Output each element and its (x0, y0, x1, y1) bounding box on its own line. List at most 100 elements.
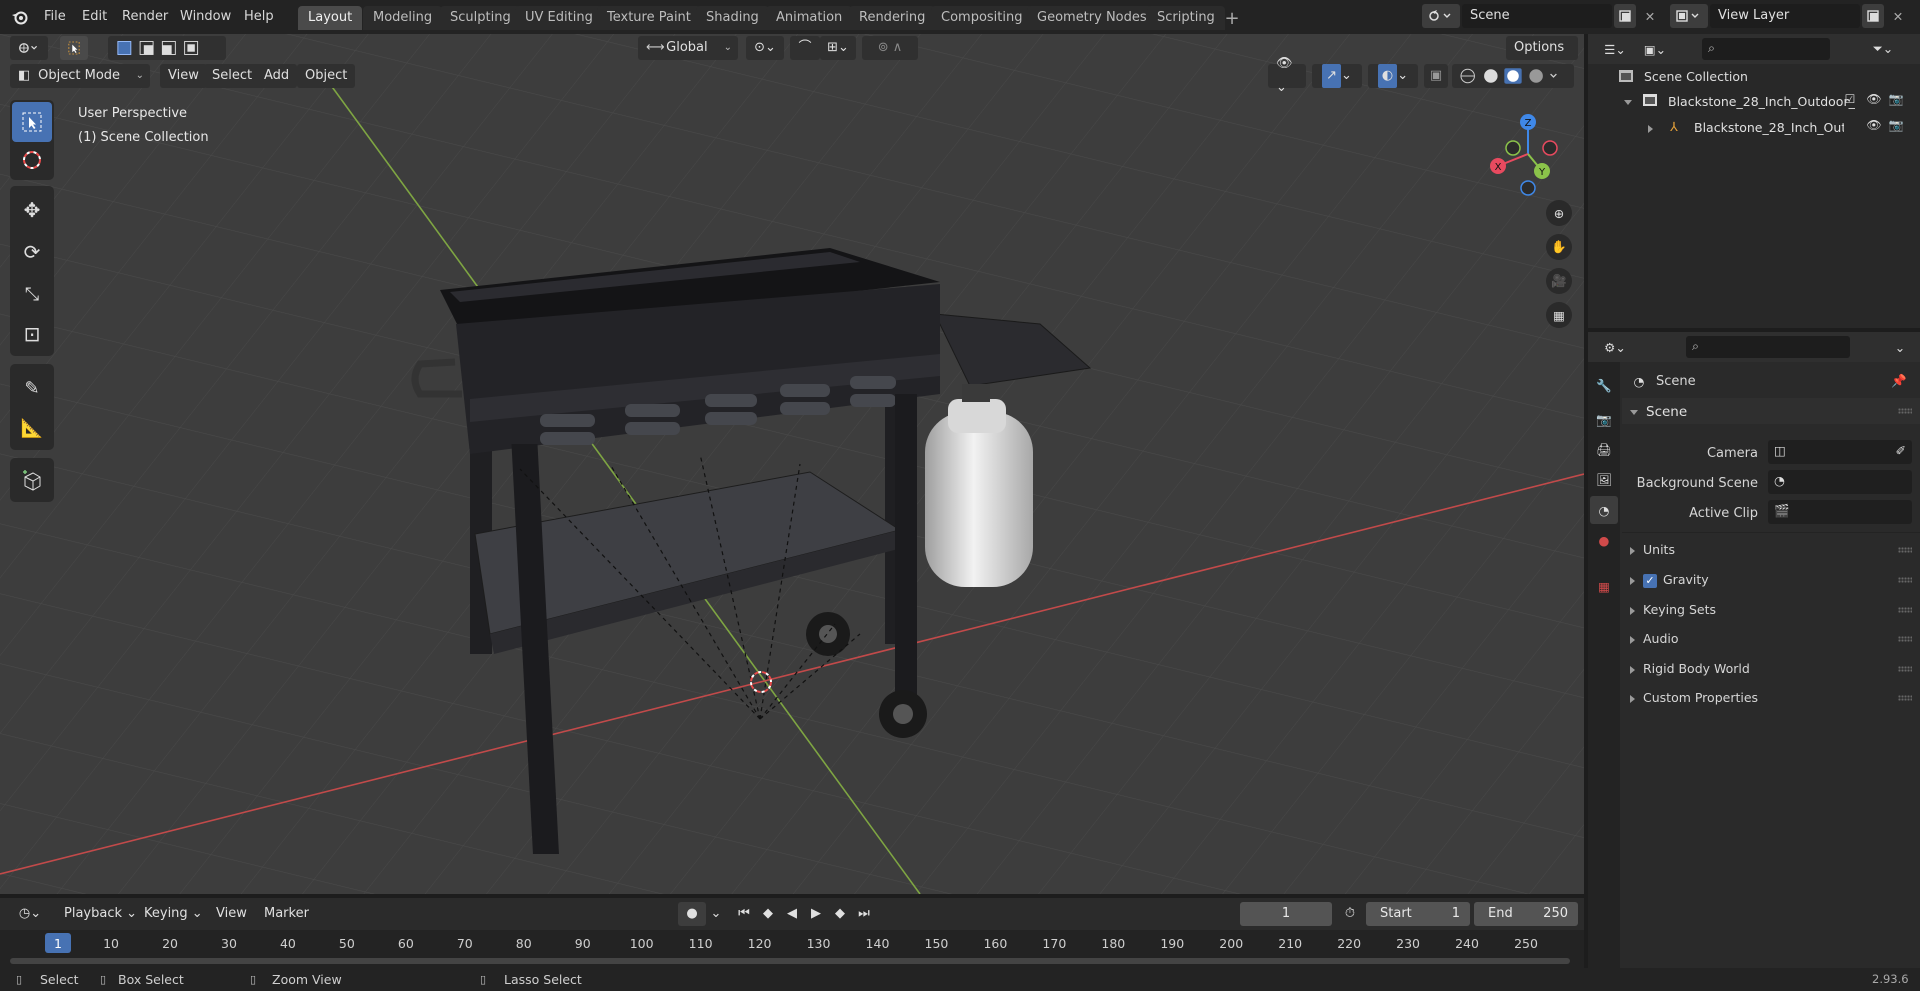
tab-modeling[interactable]: Modeling (363, 6, 443, 30)
new-scene-icon[interactable] (1614, 4, 1636, 28)
outliner-item-collection[interactable]: Blackstone_28_Inch_Outdoor_ (1668, 94, 1868, 109)
record-keyframe-icon[interactable]: ● (678, 902, 706, 926)
select-box-tool-icon[interactable] (12, 102, 52, 142)
view-layer-browse-icon[interactable] (1670, 4, 1708, 28)
include-checkbox-icon[interactable]: ☑ (1842, 90, 1858, 108)
tab-sculpting[interactable]: Sculpting (440, 6, 521, 30)
drag-handle-icon[interactable] (1898, 607, 1912, 613)
expand-object-arrow[interactable] (1648, 120, 1661, 135)
properties-search-input[interactable]: ⌕ (1686, 336, 1850, 358)
annotate-tool-icon[interactable]: ✎ (12, 368, 52, 408)
gravity-checkbox[interactable]: ✓ (1643, 573, 1657, 588)
play-reverse-icon[interactable]: ◀ (780, 902, 804, 926)
start-frame-field[interactable]: Start 1 (1366, 902, 1470, 926)
menu-view[interactable]: View (160, 64, 207, 88)
record-options-icon[interactable]: ⌄ (706, 902, 726, 926)
pin-icon[interactable]: 📌 (1890, 372, 1908, 390)
navigation-gizmo[interactable]: Z X Y (1478, 104, 1578, 204)
cursor-tool-icon[interactable] (12, 140, 52, 180)
eyedropper-icon[interactable]: ✐ (1896, 443, 1906, 458)
snap-target-icon[interactable]: ⊞⌄ (820, 36, 856, 60)
transform-tool-icon[interactable]: ⊡ (12, 314, 52, 354)
active-clip-field[interactable]: 🎬 (1768, 500, 1912, 524)
background-scene-field[interactable]: ◔ (1768, 470, 1912, 494)
render-tab-icon[interactable]: 📷 (1592, 408, 1616, 432)
subpanel-audio[interactable]: Audio (1622, 627, 1920, 651)
timeline-menu-keying[interactable]: Keying ⌄ (138, 902, 209, 926)
shading-mode-icons[interactable] (1452, 64, 1574, 88)
tab-rendering[interactable]: Rendering (849, 6, 936, 30)
outliner-item-object[interactable]: Blackstone_28_Inch_Outd (1694, 120, 1844, 135)
select-tool-header-icon[interactable] (60, 36, 88, 60)
menu-add[interactable]: Add (256, 64, 298, 88)
tab-layout[interactable]: Layout (298, 6, 363, 30)
tab-scripting[interactable]: Scripting (1147, 6, 1225, 30)
menu-window[interactable]: Window (173, 6, 238, 28)
options-dropdown[interactable]: Options ⌄ (1506, 36, 1578, 78)
object-mode-dropdown[interactable]: ◧ Object Mode ⌄ (10, 64, 150, 88)
tab-geometry-nodes[interactable]: Geometry Nodes (1027, 6, 1157, 30)
outliner-search-input[interactable]: ⌕ (1702, 38, 1830, 60)
scene-panel-header[interactable]: Scene (1622, 398, 1920, 424)
scene-name-field[interactable]: Scene (1462, 4, 1612, 28)
next-keyframe-icon[interactable]: ◆ (828, 902, 852, 926)
drag-handle-icon[interactable] (1898, 408, 1912, 414)
menu-object[interactable]: Object (297, 64, 356, 88)
menu-file[interactable]: File (37, 6, 73, 28)
camera-render-icon[interactable]: 📷 (1888, 116, 1904, 134)
jump-end-icon[interactable]: ⏭ (852, 902, 876, 926)
scene-tab-icon[interactable]: ◔ (1590, 496, 1618, 524)
delete-view-layer-icon[interactable]: ✕ (1888, 6, 1908, 26)
subpanel-keying-sets[interactable]: Keying Sets (1622, 598, 1920, 622)
subpanel-custom-properties[interactable]: Custom Properties (1622, 686, 1920, 710)
tool-tab-icon[interactable]: 🔧 (1592, 374, 1616, 398)
pan-view-icon[interactable]: ✋ (1546, 234, 1572, 260)
view-layer-field[interactable]: View Layer (1710, 4, 1860, 28)
measure-tool-icon[interactable]: 📐 (12, 408, 52, 448)
drag-handle-icon[interactable] (1898, 695, 1912, 701)
texture-tab-icon[interactable]: ▦ (1592, 574, 1616, 598)
end-frame-field[interactable]: End 250 (1474, 902, 1578, 926)
timeline-menu-view[interactable]: View (210, 902, 253, 926)
add-workspace-icon[interactable]: + (1222, 8, 1242, 29)
tab-compositing[interactable]: Compositing (931, 6, 1033, 30)
camera-view-icon[interactable]: 🎥 (1546, 268, 1572, 294)
preview-range-icon[interactable]: ⏱ (1338, 902, 1362, 926)
subpanel-rigid-body-world[interactable]: Rigid Body World (1622, 657, 1920, 681)
play-icon[interactable]: ▶ (804, 902, 828, 926)
selection-mode-icons[interactable] (108, 36, 226, 60)
output-tab-icon[interactable]: 🖨 (1592, 438, 1616, 462)
xray-toggle-icon[interactable]: ▣ (1424, 64, 1448, 88)
timeline-menu-marker[interactable]: Marker (258, 902, 315, 926)
current-frame-field[interactable]: 1 (1240, 902, 1332, 926)
outliner-editor-type-icon[interactable]: ☰⌄ (1598, 38, 1632, 60)
menu-render[interactable]: Render (115, 6, 175, 28)
eye-icon[interactable]: 👁 (1866, 90, 1882, 108)
delete-scene-icon[interactable]: ✕ (1640, 6, 1660, 26)
drag-handle-icon[interactable] (1898, 636, 1912, 642)
menu-select[interactable]: Select (204, 64, 261, 88)
scene-browse-icon[interactable] (1422, 4, 1460, 28)
ortho-toggle-icon[interactable]: ▦ (1546, 302, 1572, 328)
drag-handle-icon[interactable] (1898, 547, 1912, 553)
move-tool-icon[interactable]: ✥ (12, 190, 52, 230)
camera-render-icon[interactable]: 📷 (1888, 90, 1904, 108)
snap-toggle-icon[interactable]: ⌒ (790, 36, 820, 60)
tab-uv-editing[interactable]: UV Editing (515, 6, 603, 30)
3d-viewport[interactable]: ⟷ Global ⌄ ⊙⌄ ⌒ ⊞⌄ ⊚ ∧ Options ⌄ ◧ Objec… (0, 34, 1584, 894)
expand-collection-arrow[interactable] (1624, 94, 1640, 109)
gizmo-toggle-icon[interactable]: ↗ ⌄ (1312, 64, 1362, 88)
new-view-layer-icon[interactable] (1862, 4, 1884, 28)
tab-texture-paint[interactable]: Texture Paint (597, 6, 701, 30)
prev-keyframe-icon[interactable]: ◆ (756, 902, 780, 926)
subpanel-gravity[interactable]: ✓ Gravity (1622, 568, 1920, 592)
blender-logo-icon[interactable] (10, 8, 30, 26)
camera-field[interactable]: ◫ ✐ (1768, 440, 1912, 464)
view-layer-tab-icon[interactable]: 🖼 (1592, 468, 1616, 492)
pivot-point-icon[interactable]: ⊙⌄ (746, 36, 784, 60)
subpanel-units[interactable]: Units (1622, 538, 1920, 562)
scene-collection-label[interactable]: Scene Collection (1644, 69, 1748, 84)
menu-help[interactable]: Help (237, 6, 281, 28)
properties-editor-type-icon[interactable]: ⚙⌄ (1598, 336, 1632, 358)
eye-icon[interactable]: 👁 (1866, 116, 1882, 134)
